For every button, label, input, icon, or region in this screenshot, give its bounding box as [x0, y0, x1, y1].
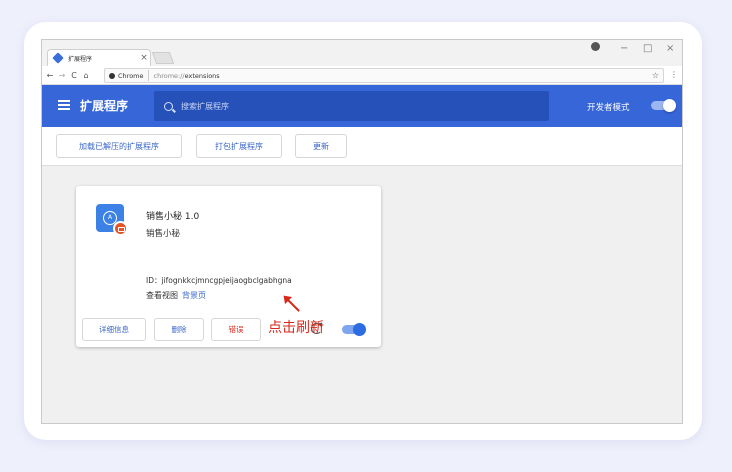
- annotation-text: 点击刷新: [268, 320, 324, 336]
- omnibox[interactable]: Chrome chrome://extensions ☆: [104, 68, 664, 83]
- tab-close-icon[interactable]: ×: [138, 53, 150, 63]
- extension-name: 销售小秘 1.0: [146, 212, 200, 222]
- load-unpacked-button[interactable]: 加载已解压的扩展程序: [56, 134, 182, 158]
- reload-icon[interactable]: C: [68, 71, 80, 80]
- developer-mode-toggle[interactable]: [651, 99, 676, 112]
- puzzle-icon: [52, 52, 64, 64]
- url-text: chrome://extensions: [149, 72, 652, 80]
- details-button[interactable]: 详细信息: [82, 318, 146, 341]
- back-arrow-icon[interactable]: ←: [44, 71, 56, 80]
- browser-window: 扩展程序 × − □ × ← → C ⌂ Chrome chrome://ext…: [41, 39, 683, 424]
- minimize-button[interactable]: −: [620, 43, 628, 54]
- tab-title: 扩展程序: [68, 55, 93, 63]
- search-icon: [164, 101, 173, 111]
- errors-button[interactable]: 错误: [211, 318, 261, 341]
- site-badge: Chrome: [105, 70, 149, 81]
- tab-strip: 扩展程序 × − □ ×: [42, 40, 682, 66]
- new-tab-button[interactable]: [151, 52, 175, 64]
- bookmark-star-icon[interactable]: ☆: [652, 71, 663, 80]
- forward-arrow-icon[interactable]: →: [56, 71, 68, 80]
- extension-id: ID：jifognkkcjmncgpjeijaogbclgabhgna: [146, 276, 292, 285]
- extension-description: 销售小秘: [146, 229, 181, 239]
- toggle-knob: [663, 99, 676, 112]
- inspect-views-label: 查看视图: [146, 291, 178, 300]
- extensions-toolbar: 加载已解压的扩展程序 打包扩展程序 更新: [42, 127, 682, 165]
- address-bar-row: ← → C ⌂ Chrome chrome://extensions ☆ ⋮: [42, 66, 682, 85]
- tab-extensions[interactable]: 扩展程序 ×: [47, 49, 151, 66]
- search-placeholder: 搜索扩展程序: [181, 101, 229, 111]
- site-label: Chrome: [118, 71, 144, 80]
- account-icon[interactable]: [591, 42, 600, 51]
- pack-extension-button[interactable]: 打包扩展程序: [196, 134, 282, 158]
- extensions-header: 扩展程序 搜索扩展程序 开发者模式: [42, 85, 682, 127]
- hamburger-menu-icon[interactable]: [58, 100, 70, 110]
- extensions-list: A 销售小秘 1.0 销售小秘 ID：jifognkkcjmncgpjeijao…: [42, 165, 682, 423]
- extension-enable-toggle[interactable]: [342, 323, 366, 336]
- home-icon[interactable]: ⌂: [80, 71, 92, 80]
- browser-menu-icon[interactable]: ⋮: [670, 70, 678, 79]
- search-input[interactable]: 搜索扩展程序: [154, 91, 549, 121]
- remove-button[interactable]: 删除: [154, 318, 204, 341]
- developer-mode-label: 开发者模式: [587, 103, 630, 113]
- url-path: extensions: [184, 71, 220, 80]
- extension-card: A 销售小秘 1.0 销售小秘 ID：jifognkkcjmncgpjeijao…: [76, 186, 381, 347]
- maximize-button[interactable]: □: [643, 43, 652, 54]
- close-window-button[interactable]: ×: [666, 43, 674, 54]
- toggle-knob: [353, 323, 366, 336]
- update-button[interactable]: 更新: [295, 134, 347, 158]
- background-page-link[interactable]: 背景页: [182, 291, 206, 300]
- chrome-icon: [109, 72, 115, 79]
- page-title: 扩展程序: [80, 99, 129, 113]
- url-scheme: chrome://: [153, 71, 185, 80]
- badge-icon: [113, 221, 128, 236]
- inspect-views: 查看视图 背景页: [146, 290, 206, 301]
